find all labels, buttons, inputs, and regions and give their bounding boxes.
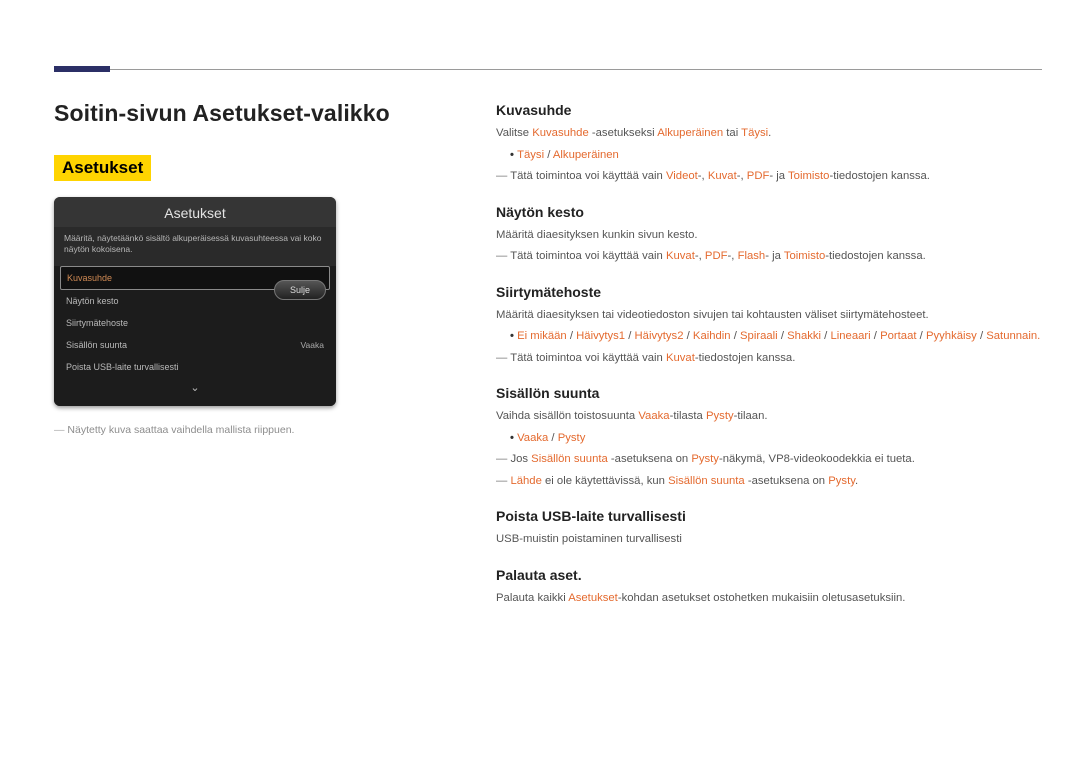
heading-kuvasuhde: Kuvasuhde (496, 102, 1042, 118)
panel-title: Asetukset (54, 197, 336, 227)
transition-option: Ei mikään (517, 330, 567, 342)
panel-item-label: Kuvasuhde (67, 273, 112, 283)
left-column: Soitin-sivun Asetukset-valikko Asetukset… (54, 100, 400, 611)
siirt-note: Tätä toimintoa voi käyttää vain Kuvat-ti… (496, 350, 1042, 368)
list-item: Ei mikään / Häivytys1 / Häivytys2 / Kaih… (510, 328, 1042, 346)
chevron-down-icon[interactable]: ⌄ (54, 378, 336, 400)
sisallon-desc: Vaihda sisällön toistosuunta Vaaka-tilas… (496, 408, 1042, 426)
close-button[interactable]: Sulje (274, 280, 326, 300)
heading-sisallon-suunta: Sisällön suunta (496, 385, 1042, 401)
panel-subtitle: Määritä, näytetäänkö sisältö alkuperäise… (54, 227, 336, 266)
sisallon-note-1: Jos Sisällön suunta -asetuksena on Pysty… (496, 451, 1042, 469)
nayton-note: Tätä toimintoa voi käyttää vain Kuvat-, … (496, 248, 1042, 266)
kuvasuhde-desc: Valitse Kuvasuhde -asetukseksi Alkuperäi… (496, 125, 1042, 143)
page-body: Soitin-sivun Asetukset-valikko Asetukset… (54, 100, 1042, 611)
transition-option: Häivytys2 (635, 330, 684, 342)
heading-siirtymatehoste: Siirtymätehoste (496, 284, 1042, 300)
siirt-options: Ei mikään / Häivytys1 / Häivytys2 / Kaih… (510, 328, 1042, 346)
panel-item-label: Siirtymätehoste (66, 318, 128, 328)
kuvasuhde-note: Tätä toimintoa voi käyttää vain Videot-,… (496, 168, 1042, 186)
siirt-desc: Määritä diaesityksen tai videotiedoston … (496, 307, 1042, 325)
heading-usb: Poista USB-laite turvallisesti (496, 508, 1042, 524)
image-footnote: Näytetty kuva saattaa vaihdella mallista… (54, 424, 400, 436)
panel-item-poista-usb[interactable]: Poista USB-laite turvallisesti (54, 356, 336, 378)
list-item: Täysi / Alkuperäinen (510, 147, 1042, 165)
transition-option: Satunnain. (986, 330, 1040, 342)
heading-nayton-kesto: Näytön kesto (496, 204, 1042, 220)
header-accent (54, 66, 110, 72)
sisallon-note-2: Lähde ei ole käytettävissä, kun Sisällön… (496, 473, 1042, 491)
panel-item-siirtymatehoste[interactable]: Siirtymätehoste (54, 312, 336, 334)
sisallon-options: Vaaka / Pysty (510, 430, 1042, 448)
transition-option: Häivytys1 (576, 330, 625, 342)
transition-option: Lineaari (830, 330, 870, 342)
header-rule (110, 69, 1042, 70)
transition-option: Kaihdin (693, 330, 731, 342)
list-item: Vaaka / Pysty (510, 430, 1042, 448)
nayton-desc: Määritä diaesityksen kunkin sivun kesto. (496, 227, 1042, 245)
page-title: Soitin-sivun Asetukset-valikko (54, 100, 400, 127)
transition-option: Pyyhkäisy (926, 330, 977, 342)
palauta-desc: Palauta kaikki Asetukset-kohdan asetukse… (496, 590, 1042, 608)
settings-panel: Asetukset Määritä, näytetäänkö sisältö a… (54, 197, 336, 406)
transition-option: Shakki (787, 330, 821, 342)
panel-item-label: Sisällön suunta (66, 340, 127, 350)
usb-desc: USB-muistin poistaminen turvallisesti (496, 531, 1042, 549)
panel-item-label: Poista USB-laite turvallisesti (66, 362, 179, 372)
panel-item-sisallon-suunta[interactable]: Sisällön suunta Vaaka (54, 334, 336, 356)
section-label: Asetukset (54, 155, 151, 181)
kuvasuhde-options: Täysi / Alkuperäinen (510, 147, 1042, 165)
panel-item-label: Näytön kesto (66, 296, 119, 306)
panel-list: Sulje Kuvasuhde Näytön kesto Siirtymäteh… (54, 266, 336, 406)
transition-option: Portaat (880, 330, 916, 342)
heading-palauta: Palauta aset. (496, 567, 1042, 583)
transition-option: Spiraali (740, 330, 778, 342)
right-column: Kuvasuhde Valitse Kuvasuhde -asetukseksi… (496, 100, 1042, 611)
panel-item-value: Vaaka (301, 340, 324, 350)
